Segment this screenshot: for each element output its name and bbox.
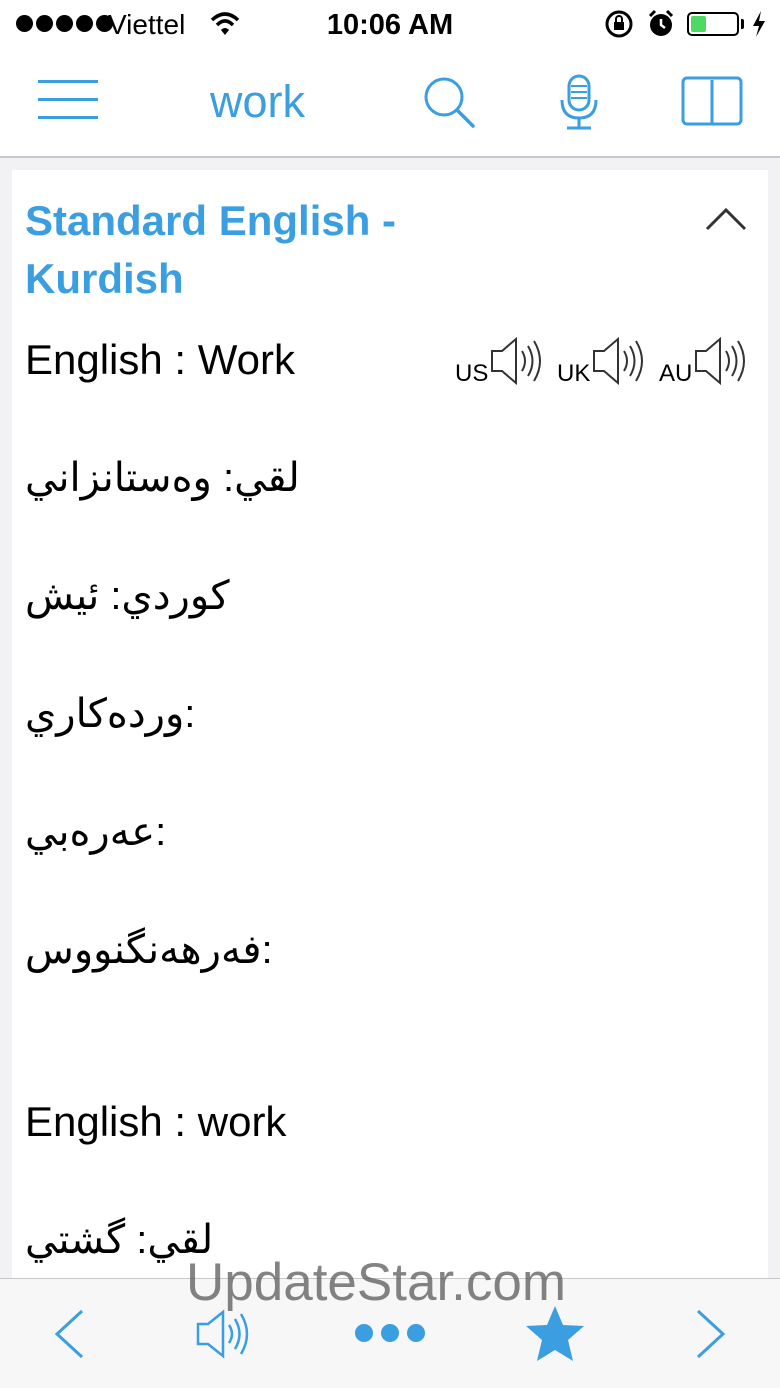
- pron-label: UK: [557, 360, 591, 387]
- alarm-icon: [648, 9, 674, 36]
- pronounce-uk-button[interactable]: UK: [557, 332, 646, 388]
- pronounce-au-button[interactable]: AU: [659, 332, 748, 388]
- menu-icon[interactable]: [38, 80, 98, 124]
- entry-line: وردەكاري:: [25, 692, 196, 736]
- book-icon[interactable]: [681, 76, 743, 128]
- more-icon[interactable]: [354, 1323, 426, 1343]
- pron-label: AU: [659, 360, 693, 387]
- back-chevron-icon[interactable]: [52, 1308, 86, 1360]
- watermark: UpdateStar.com: [186, 1253, 567, 1312]
- speaker-icon[interactable]: [196, 1308, 254, 1360]
- pron-label: US: [455, 360, 489, 387]
- entry-line: فەرهەنگنووس:: [25, 928, 273, 972]
- battery-icon: [687, 12, 739, 36]
- dictionary-heading: Standard English - Kurdish: [25, 197, 397, 302]
- entry-line: كوردي: ئيش: [25, 574, 230, 618]
- rotation-lock-icon: [605, 10, 633, 38]
- microphone-icon[interactable]: [557, 74, 601, 132]
- search-term-title[interactable]: work: [170, 76, 345, 128]
- entry-line: لقي: گشتي: [25, 1218, 214, 1262]
- search-icon[interactable]: [421, 74, 477, 130]
- entry-line: عەرەبي:: [25, 810, 167, 854]
- entry-line: لقي: وەستانزاني: [25, 456, 300, 500]
- speaker-icon: [695, 336, 746, 386]
- status-bar: Viettel 10:06 AM: [0, 0, 780, 50]
- chevron-up-icon[interactable]: [704, 204, 748, 232]
- charging-icon: [753, 11, 765, 37]
- speaker-icon: [593, 336, 644, 386]
- speaker-icon: [491, 336, 542, 386]
- dictionary-card: Standard English - Kurdish English : Wor…: [12, 170, 768, 1278]
- battery-tip: [741, 19, 744, 29]
- pronounce-us-button[interactable]: US: [455, 332, 544, 388]
- entry-title: English : work: [25, 1098, 287, 1145]
- navigation-bar: work: [0, 50, 780, 158]
- star-icon[interactable]: [524, 1304, 586, 1364]
- forward-chevron-icon[interactable]: [694, 1308, 728, 1360]
- entry-title: English : Work: [25, 336, 295, 383]
